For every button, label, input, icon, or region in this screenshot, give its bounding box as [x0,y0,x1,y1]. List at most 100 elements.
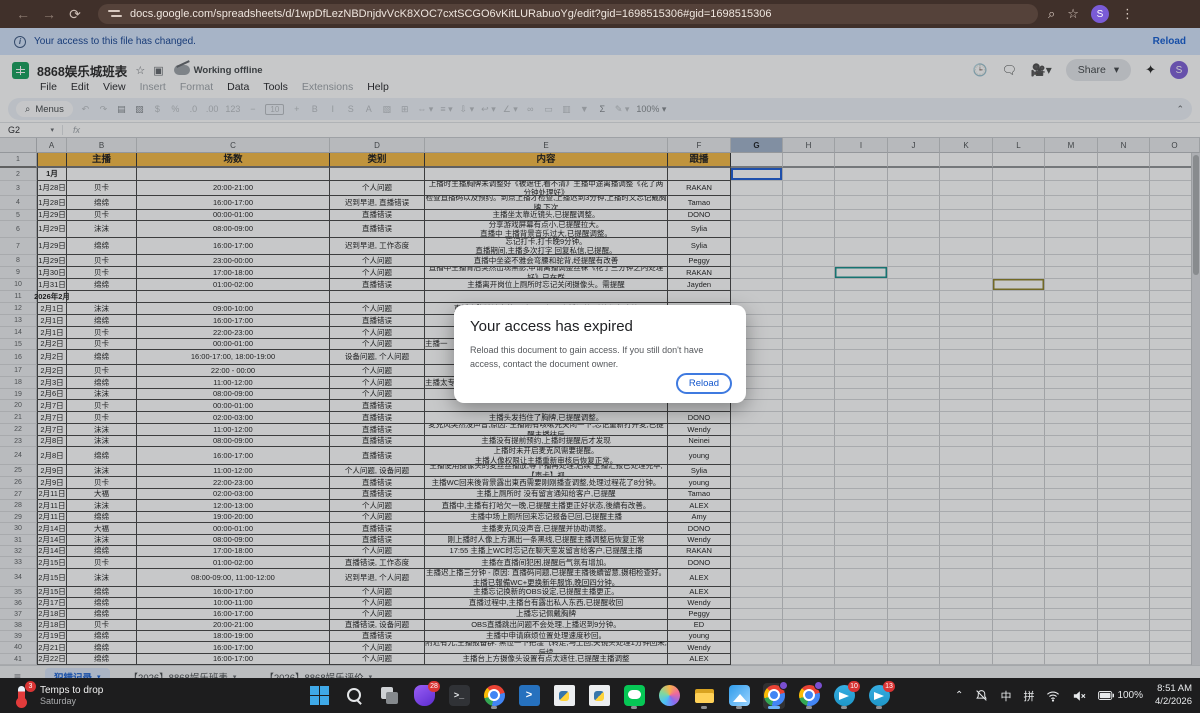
cell-H20[interactable] [783,400,835,412]
cell-J41[interactable] [888,654,940,665]
cell-G23[interactable] [731,436,783,447]
cell-J6[interactable] [888,221,940,238]
cell-J16[interactable] [888,350,940,365]
cell-A34[interactable]: 2月15日 [37,569,67,587]
cell-K13[interactable] [940,315,993,327]
menu-insert[interactable]: Insert [134,81,172,96]
cell-H25[interactable] [783,465,835,477]
cell-L35[interactable] [993,587,1045,598]
cell-N9[interactable] [1098,267,1150,279]
cell-M14[interactable] [1045,327,1098,339]
cell-I12[interactable] [835,303,888,315]
cell-L9[interactable] [993,267,1045,279]
row-number-34[interactable]: 34 [0,569,37,587]
cell-J5[interactable] [888,210,940,221]
cell-M6[interactable] [1045,221,1098,238]
cell-H35[interactable] [783,587,835,598]
cell-C8[interactable]: 23:00-00:00 [137,255,330,267]
cell-F6[interactable]: Sylia [668,221,731,238]
cell-D38[interactable]: 直播错误, 设备问题 [330,620,425,631]
cell-B37[interactable]: 绵绵 [67,609,137,620]
fill-color-icon[interactable]: ▧ [381,104,392,115]
cell-I10[interactable] [835,279,888,291]
cell-B25[interactable]: 沫沫 [67,465,137,477]
cell-G5[interactable] [731,210,783,221]
cell-N8[interactable] [1098,255,1150,267]
cell-K19[interactable] [940,389,993,400]
cell-I1[interactable] [835,153,888,168]
cell-F9[interactable]: RAKAN [668,267,731,279]
row-number-30[interactable]: 30 [0,523,37,535]
cell-H14[interactable] [783,327,835,339]
cell-L30[interactable] [993,523,1045,535]
cell-B41[interactable]: 绵绵 [67,654,137,665]
meet-video-icon[interactable]: 🎥▾ [1031,63,1052,77]
chrome-icon[interactable] [763,683,785,709]
cell-C16[interactable]: 16:00-17:00, 18:00-19:00 [137,350,330,365]
cell-H40[interactable] [783,642,835,654]
cell-I23[interactable] [835,436,888,447]
cell-F3[interactable]: RAKAN [668,181,731,196]
column-header-D[interactable]: D [330,138,425,153]
cell-A7[interactable]: 1月29日 [37,238,67,255]
cell-J40[interactable] [888,642,940,654]
cell-D13[interactable]: 直播错误 [330,315,425,327]
task-view-icon[interactable] [378,683,400,709]
browser-profile-avatar[interactable]: S [1091,5,1109,23]
cell-L15[interactable] [993,339,1045,350]
cell-K35[interactable] [940,587,993,598]
cell-I36[interactable] [835,598,888,609]
cell-I13[interactable] [835,315,888,327]
row-number-2[interactable]: 2 [0,168,37,181]
cell-L40[interactable] [993,642,1045,654]
cell-J33[interactable] [888,557,940,569]
row-number-26[interactable]: 26 [0,477,37,489]
version-history-icon[interactable]: 🕒 [973,63,988,77]
cell-C35[interactable]: 16:00-17:00 [137,587,330,598]
cell-H29[interactable] [783,512,835,523]
cell-N28[interactable] [1098,500,1150,512]
cell-G39[interactable] [731,631,783,642]
cell-G22[interactable] [731,424,783,436]
cell-H16[interactable] [783,350,835,365]
cell-E37[interactable]: 上播忘记佩戴胸牌 [425,609,668,620]
cell-D41[interactable]: 个人问题 [330,654,425,665]
tray-chevron-icon[interactable]: ⌃ [955,690,963,701]
cell-I4[interactable] [835,196,888,210]
cell-N1[interactable] [1098,153,1150,168]
cell-I32[interactable] [835,546,888,557]
cell-B27[interactable]: 大福 [67,489,137,500]
cell-C25[interactable]: 11:00-12:00 [137,465,330,477]
cell-E26[interactable]: 主播WC回来後背景露出東西需要刚刚播查调整,处理过程花了8分钟。 [425,477,668,489]
cell-L20[interactable] [993,400,1045,412]
cell-I6[interactable] [835,221,888,238]
cell-A11[interactable]: 2026年2月 [37,291,67,303]
cell-B9[interactable]: 贝卡 [67,267,137,279]
cell-A15[interactable]: 2月2日 [37,339,67,350]
cell-K27[interactable] [940,489,993,500]
search-icon[interactable] [343,683,365,709]
zoom-select[interactable]: 100% ▾ [636,104,666,115]
cell-D29[interactable]: 个人问题 [330,512,425,523]
cell-M30[interactable] [1045,523,1098,535]
cell-H11[interactable] [783,291,835,303]
cell-C30[interactable]: 00:00-01:00 [137,523,330,535]
cell-A29[interactable]: 2月11日 [37,512,67,523]
cell-M32[interactable] [1045,546,1098,557]
cell-C1[interactable]: 场数 [137,153,330,168]
cell-B5[interactable]: 贝卡 [67,210,137,221]
row-number-9[interactable]: 9 [0,267,37,279]
cell-J25[interactable] [888,465,940,477]
cell-H26[interactable] [783,477,835,489]
cell-B15[interactable]: 贝卡 [67,339,137,350]
cell-F32[interactable]: RAKAN [668,546,731,557]
cell-K17[interactable] [940,365,993,377]
ime-pinyin-icon[interactable]: 拼 [1023,688,1034,704]
cell-E3[interactable]: 上播时主播胸牌未调整好《被遮住,看不清》主播中途离播调整《花了两分钟处理好》 [425,181,668,196]
cell-M35[interactable] [1045,587,1098,598]
cell-M1[interactable] [1045,153,1098,168]
cell-M5[interactable] [1045,210,1098,221]
cell-G41[interactable] [731,654,783,665]
cell-D34[interactable]: 迟到早退, 个人问题 [330,569,425,587]
cell-A37[interactable]: 2月18日 [37,609,67,620]
